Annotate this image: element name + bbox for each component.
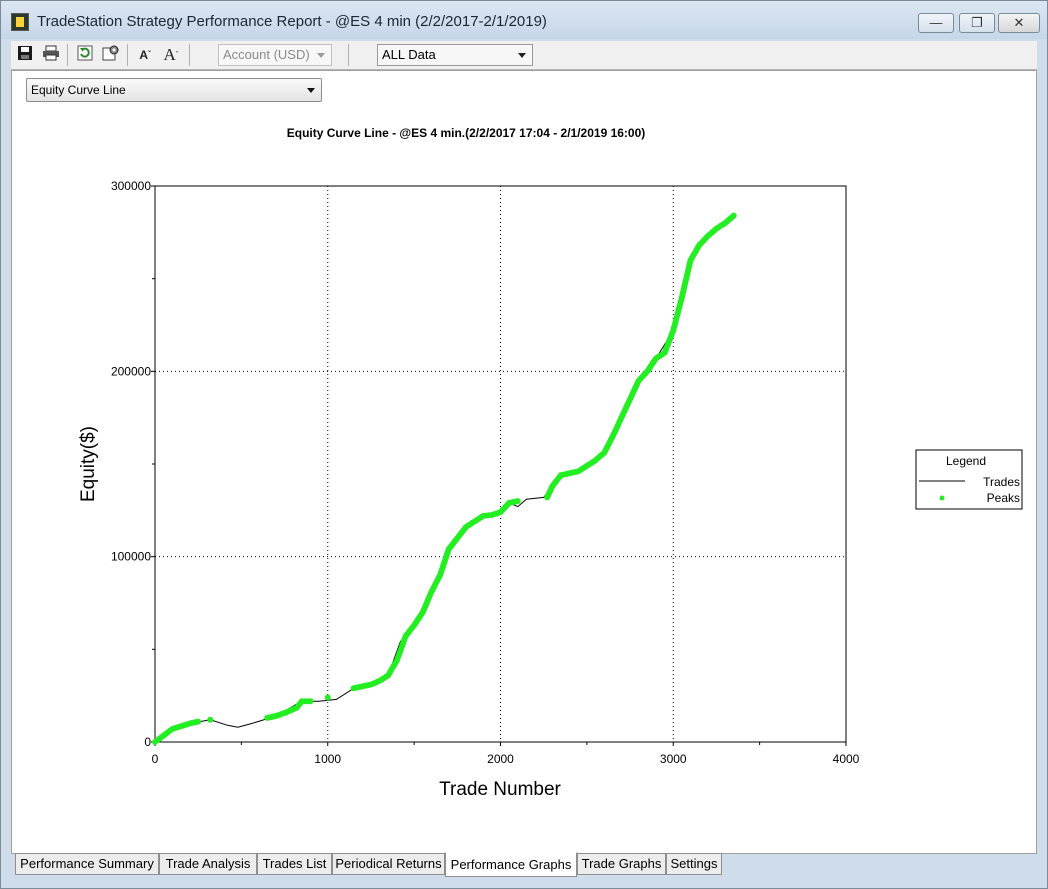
legend-peaks-label: Peaks	[987, 491, 1020, 505]
toolbar: Aˇ Aˆ Account (USD) ALL Data	[11, 41, 1037, 70]
y-tick-label: 100000	[111, 550, 151, 564]
tab-settings[interactable]: Settings	[666, 853, 722, 875]
peak-point	[207, 716, 214, 723]
chevron-down-icon	[317, 53, 325, 58]
x-axis-label: Trade Number	[439, 779, 561, 800]
tab-periodical-returns[interactable]: Periodical Returns	[332, 853, 445, 875]
chevron-down-icon	[518, 53, 526, 58]
report-window: TradeStation Strategy Performance Report…	[0, 0, 1048, 889]
account-currency-select: Account (USD)	[218, 44, 332, 66]
minimize-button[interactable]: —	[918, 13, 954, 33]
tab-trades-list[interactable]: Trades List	[257, 853, 332, 875]
tab-trade-graphs[interactable]: Trade Graphs	[577, 853, 666, 875]
account-currency-value: Account (USD)	[223, 47, 310, 62]
increase-font-icon[interactable]: Aˆ	[161, 45, 181, 65]
x-tick-label: 3000	[660, 752, 687, 766]
graph-panel: Equity Curve Line Equity Curve Line - @E…	[11, 70, 1037, 854]
y-axis-label: Equity($)	[78, 426, 99, 502]
tab-performance-graphs[interactable]: Performance Graphs	[445, 852, 577, 877]
x-tick-label: 2000	[487, 752, 514, 766]
decrease-font-icon[interactable]: Aˇ	[135, 45, 155, 65]
x-tick-label: 4000	[833, 752, 860, 766]
x-tick-label: 1000	[314, 752, 341, 766]
refresh-icon[interactable]	[75, 45, 95, 65]
peak-point	[514, 498, 521, 505]
toolbar-separator	[189, 44, 190, 66]
tradestation-app-icon	[11, 13, 29, 31]
legend-title: Legend	[946, 454, 986, 468]
data-range-value: ALL Data	[382, 47, 436, 62]
chart-title: Equity Curve Line - @ES 4 min.(2/2/2017 …	[287, 126, 646, 140]
legend-trades-label: Trades	[983, 475, 1020, 489]
legend-peaks-swatch	[939, 495, 945, 501]
toolbar-separator	[348, 44, 349, 66]
title-bar[interactable]: TradeStation Strategy Performance Report…	[1, 1, 1047, 39]
report-tabs: Performance Summary Trade Analysis Trade…	[15, 852, 1035, 877]
close-button[interactable]: ✕	[998, 13, 1040, 33]
window-title: TradeStation Strategy Performance Report…	[37, 13, 547, 30]
x-tick-label: 0	[152, 752, 159, 766]
peak-point	[195, 718, 202, 725]
y-tick-label: 200000	[111, 364, 151, 378]
print-icon[interactable]	[41, 45, 61, 65]
peak-point	[324, 694, 331, 701]
tab-performance-summary[interactable]: Performance Summary	[15, 853, 159, 875]
equity-curve-chart: Equity Curve Line - @ES 4 min.(2/2/2017 …	[78, 126, 1023, 800]
toolbar-separator	[127, 44, 128, 66]
toolbar-separator	[67, 44, 68, 66]
peak-point	[307, 698, 314, 705]
y-tick-label: 300000	[111, 179, 151, 193]
restore-button[interactable]: ❐	[959, 13, 995, 33]
tab-trade-analysis[interactable]: Trade Analysis	[159, 853, 257, 875]
save-icon[interactable]	[15, 45, 35, 65]
chart-legend: Legend Trades Peaks	[915, 449, 1023, 510]
y-tick-label: 0	[144, 735, 151, 749]
properties-icon[interactable]	[101, 45, 121, 65]
data-range-select[interactable]: ALL Data	[377, 44, 533, 66]
peak-point	[730, 212, 737, 219]
